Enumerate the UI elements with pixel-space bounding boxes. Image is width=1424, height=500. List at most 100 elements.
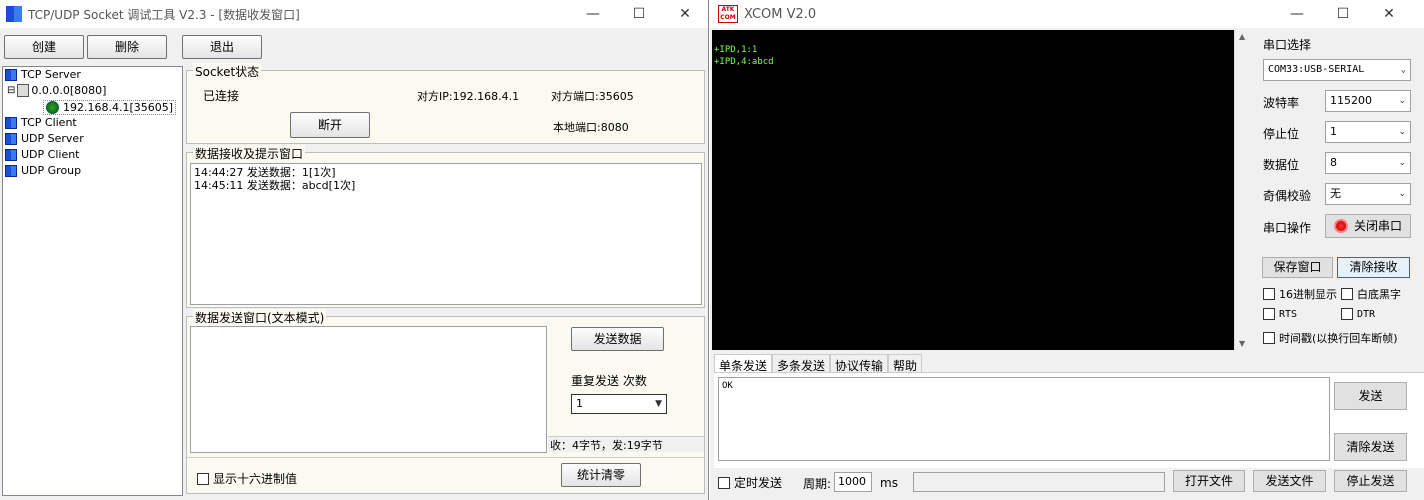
reset-stats-button[interactable]: 统计清零 [561,463,641,487]
chevron-down-icon: ⌄ [1398,158,1406,168]
checkbox-icon [1341,288,1353,300]
port-select-label: 串口选择 [1263,38,1312,52]
file-path-input[interactable] [913,472,1165,492]
disconnect-button[interactable]: 断开 [290,112,370,138]
console-line: +IPD,4:abcd [714,57,774,67]
timed-send-checkbox[interactable]: 定时发送 [718,474,782,491]
period-input[interactable]: 1000 [834,472,872,492]
tree-item-udp-group[interactable]: UDP Group [5,164,81,177]
checkbox-label: 16进制显示 [1279,288,1337,301]
atk-logo: ATK COM [718,5,738,23]
tree-item-tcp-server[interactable]: TCP Server [5,68,81,81]
tree-item-label: UDP Server [21,132,84,145]
group-label: 数据发送窗口(文本模式) [193,309,327,326]
console-scrollbar[interactable]: ▲ ▼ [1234,30,1250,350]
chevron-down-icon: ▼ [655,399,662,409]
chevron-down-icon: ⌄ [1400,65,1406,75]
repeat-count-select[interactable]: 1 ▼ [571,394,667,414]
data-bits-value: 8 [1330,156,1337,169]
send-button[interactable]: 发送 [1334,382,1407,410]
clear-receive-button[interactable]: 清除接收 [1337,257,1410,278]
checkbox-label: 白底黑字 [1357,288,1401,301]
close-port-button[interactable]: 关闭串口 [1325,214,1411,238]
baud-label: 波特率 [1263,96,1300,110]
chevron-down-icon: ⌄ [1398,189,1406,199]
tree-item-label: UDP Group [21,164,82,177]
console-line: +IPD,1:1 [714,45,758,55]
minimize-icon[interactable]: — [570,0,616,28]
tree-item-udp-server[interactable]: UDP Server [5,132,84,145]
save-window-button[interactable]: 保存窗口 [1262,257,1333,278]
grid-icon [5,132,17,145]
dtr-checkbox[interactable]: DTR [1341,308,1375,320]
create-button[interactable]: 创建 [4,35,84,59]
rts-checkbox[interactable]: RTS [1263,308,1297,320]
tree-item-tcp-client[interactable]: TCP Client [5,116,77,129]
white-bg-checkbox[interactable]: 白底黑字 [1341,286,1401,302]
data-bits-select[interactable]: 8 ⌄ [1325,152,1411,174]
parity-select[interactable]: 无 ⌄ [1325,183,1411,205]
open-file-button[interactable]: 打开文件 [1173,470,1245,492]
tree-item-udp-client[interactable]: UDP Client [5,148,80,161]
hex-display-checkbox[interactable]: 显示十六进制值 [197,470,297,487]
peer-port: 对方端口:35605 [551,90,634,103]
port-select[interactable]: COM33:USB-SERIAL ⌄ [1263,59,1411,81]
close-icon[interactable]: ✕ [662,0,708,28]
group-label: 数据接收及提示窗口 [193,145,306,162]
collapse-icon[interactable]: ⊟ [7,85,15,96]
receive-group: 数据接收及提示窗口 14:44:27 发送数据：1[1次] 14:45:11 发… [186,145,705,308]
send-data-button[interactable]: 发送数据 [571,327,664,351]
connection-status: 已连接 [203,89,240,103]
red-light-icon [1333,219,1348,233]
period-value: 1000 [838,475,866,488]
tcp-udp-tool-window: TCP/UDP Socket 调试工具 V2.3 - [数据收发窗口] — ☐ … [0,0,709,500]
grid-icon [5,164,17,177]
stats-bar: 收：4字节，发:19字节 [548,436,704,452]
title-bar: ATK COM XCOM V2.0 — ☐ ✕ [710,0,1424,28]
checkbox-icon [1263,332,1275,344]
stop-bits-select[interactable]: 1 ⌄ [1325,121,1411,143]
stats-text: 收：4字节，发:19字节 [550,439,663,452]
send-text-input[interactable]: OK [718,377,1330,461]
stop-bits-label: 停止位 [1263,127,1300,141]
close-icon[interactable]: ✕ [1366,0,1412,28]
stop-bits-value: 1 [1330,125,1337,138]
server-icon [17,84,30,97]
period-label: 周期: [803,477,832,491]
delete-button[interactable]: 删除 [87,35,167,59]
local-port: 本地端口:8080 [553,121,629,134]
tree-item-label: TCP Server [21,68,81,81]
send-input[interactable] [190,326,547,453]
baud-select[interactable]: 115200 ⌄ [1325,90,1411,112]
checkbox-label: RTS [1279,308,1298,320]
timestamp-checkbox[interactable]: 时间戳(以换行回车断帧) [1263,330,1398,346]
tree-item-label: 192.168.4.1[35605] [63,101,174,114]
checkbox-label: DTR [1357,308,1376,320]
log-line: 14:45:11 发送数据：abcd[1次] [194,179,356,192]
stop-send-button[interactable]: 停止发送 [1334,470,1407,492]
tree-item-client-connection[interactable]: 192.168.4.1[35605] [43,100,177,115]
tree-item-label: TCP Client [21,116,77,129]
window-title: XCOM V2.0 [744,6,817,22]
checkbox-icon [197,472,209,485]
minimize-icon[interactable]: — [1274,0,1320,28]
tree-item-listener[interactable]: ⊟ 0.0.0.0[8080] [7,84,106,97]
grid-icon [5,148,17,161]
divider [187,457,704,458]
receive-log[interactable]: 14:44:27 发送数据：1[1次] 14:45:11 发送数据：abcd[1… [190,163,702,305]
maximize-icon[interactable]: ☐ [1320,0,1366,28]
exit-button[interactable]: 退出 [182,35,262,59]
maximize-icon[interactable]: ☐ [616,0,662,28]
arrow-up-icon[interactable]: ▲ [1239,32,1245,41]
arrow-down-icon[interactable]: ▼ [1239,339,1245,348]
button-label: 关闭串口 [1353,219,1402,233]
grid-icon [5,116,17,129]
send-file-button[interactable]: 发送文件 [1253,470,1326,492]
receive-console[interactable]: +IPD,1:1 +IPD,4:abcd [712,30,1234,350]
peer-ip: 对方IP:192.168.4.1 [417,90,520,103]
checkbox-icon [1263,288,1275,300]
clear-send-button[interactable]: 清除发送 [1334,433,1407,461]
port-value: COM33:USB-SERIAL [1268,64,1365,75]
log-line: 14:44:27 发送数据：1[1次] [194,166,336,179]
hex-display-checkbox[interactable]: 16进制显示 [1263,286,1337,302]
